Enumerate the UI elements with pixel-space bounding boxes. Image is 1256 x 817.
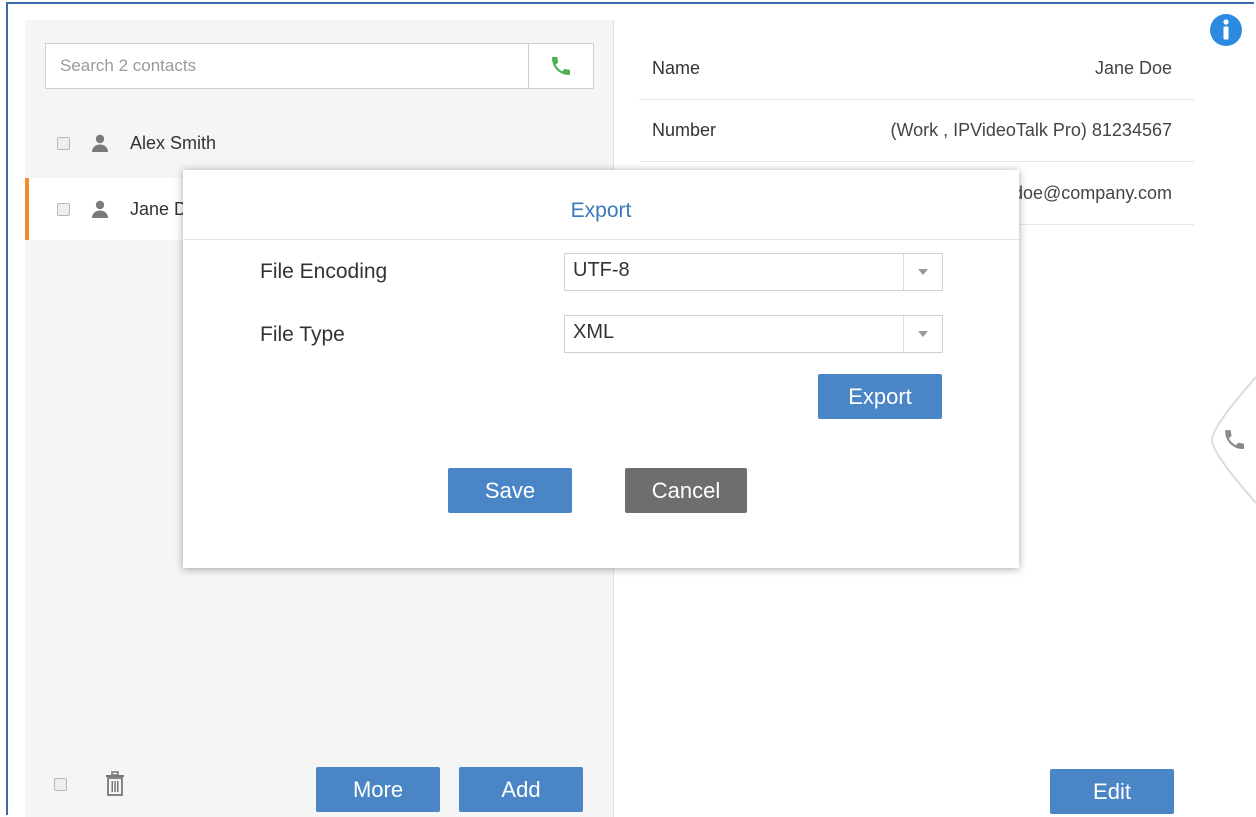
person-icon xyxy=(92,134,108,152)
detail-label: Name xyxy=(652,58,701,78)
file-encoding-value: UTF-8 xyxy=(573,259,630,281)
export-button[interactable]: Export xyxy=(818,374,942,419)
edit-button[interactable]: Edit xyxy=(1050,769,1174,814)
detail-label: Number xyxy=(652,120,717,140)
person-icon xyxy=(92,200,108,218)
detail-value: (Work , IPVideoTalk Pro) 81234567 xyxy=(890,120,1173,140)
file-encoding-label: File Encoding xyxy=(260,260,388,283)
detail-row-name: Name Jane Doe xyxy=(639,38,1194,100)
file-type-value: XML xyxy=(573,321,615,343)
search-call-button[interactable] xyxy=(528,44,593,88)
contact-row[interactable]: Alex Smith xyxy=(25,112,613,174)
file-encoding-select[interactable]: UTF-8 xyxy=(564,253,943,291)
phone-icon xyxy=(552,57,570,75)
contact-name: Alex Smith xyxy=(130,132,217,153)
trash-icon[interactable] xyxy=(105,771,125,797)
save-button[interactable]: Save xyxy=(448,468,572,513)
chevron-down-icon xyxy=(903,254,942,290)
contact-checkbox[interactable] xyxy=(57,202,70,216)
file-type-select[interactable]: XML xyxy=(564,315,943,353)
chevron-down-icon xyxy=(903,316,942,352)
search-input[interactable] xyxy=(46,44,530,88)
more-button[interactable]: More xyxy=(316,767,440,812)
search-box xyxy=(45,43,594,89)
dialog-title: Export xyxy=(183,170,1019,240)
info-icon[interactable] xyxy=(1209,13,1243,47)
cancel-button[interactable]: Cancel xyxy=(625,468,747,513)
detail-row-number: Number (Work , IPVideoTalk Pro) 81234567 xyxy=(639,100,1194,162)
side-call-tab[interactable] xyxy=(1208,375,1256,505)
select-all-checkbox[interactable] xyxy=(54,778,67,791)
file-type-label: File Type xyxy=(260,323,345,346)
contact-checkbox[interactable] xyxy=(57,136,70,150)
export-dialog: Export File Encoding UTF-8 File Type XML… xyxy=(183,170,1019,568)
add-button[interactable]: Add xyxy=(459,767,583,812)
detail-value: Jane Doe xyxy=(1094,58,1172,78)
